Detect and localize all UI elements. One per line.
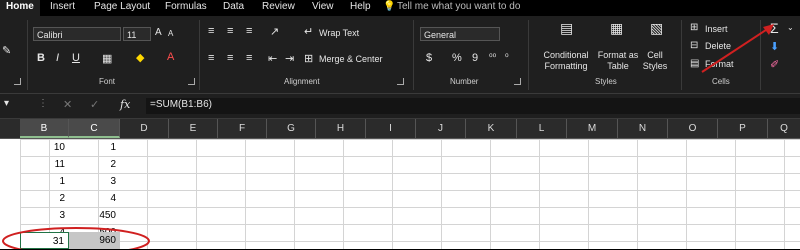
align-left-icon[interactable]: ≡ <box>208 52 214 64</box>
cell-styles-icon[interactable]: ▧ <box>650 20 663 37</box>
currency-button[interactable]: $ <box>426 52 432 64</box>
tab-view[interactable]: View <box>312 0 334 16</box>
alignment-group-label: Alignment <box>284 77 320 86</box>
comma-style-button[interactable]: 9 <box>472 52 478 64</box>
font-name-combo[interactable]: Calibri <box>33 27 121 41</box>
formula-bar: ▾ ⋮ ✕ ✓ fx =SUM(B1:B6) <box>0 94 800 119</box>
tab-page-layout[interactable]: Page Layout <box>94 0 150 16</box>
cell-c2[interactable]: 2 <box>69 156 120 173</box>
font-color-icon[interactable]: A <box>167 51 174 63</box>
tab-review[interactable]: Review <box>262 0 295 16</box>
tab-home[interactable]: Home <box>0 0 40 16</box>
cell-b4[interactable]: 2 <box>20 190 69 207</box>
align-right-icon[interactable]: ≡ <box>246 52 252 64</box>
wrap-text-icon[interactable]: ↵ <box>304 25 313 38</box>
decrease-font-icon[interactable]: A <box>168 29 173 38</box>
column-header-i[interactable]: I <box>366 119 416 138</box>
increase-indent-icon[interactable]: ⇥ <box>285 52 294 65</box>
fill-color-icon[interactable]: ◆ <box>136 51 144 64</box>
column-header-d[interactable]: D <box>120 119 169 138</box>
conditional-formatting-button[interactable]: Conditional Formatting <box>538 50 594 72</box>
align-bottom-icon[interactable]: ≡ <box>246 25 252 37</box>
cell-c4[interactable]: 4 <box>69 190 120 207</box>
wrap-text-button[interactable]: Wrap Text <box>319 28 359 38</box>
column-header-p[interactable]: P <box>718 119 768 138</box>
orientation-icon[interactable]: ↗ <box>270 25 279 38</box>
format-painter-icon[interactable]: ✎ <box>2 44 11 57</box>
ribbon: ✎ Calibri 11 A A B I U ▦ ◆ A Font ≡ ≡ ≡ … <box>0 16 800 94</box>
column-header-j[interactable]: J <box>416 119 466 138</box>
borders-icon[interactable]: ▦ <box>102 52 112 65</box>
ribbon-tabs: Home Insert Page Layout Formulas Data Re… <box>0 0 800 16</box>
alignment-launcher-icon[interactable] <box>397 78 404 85</box>
column-header-m[interactable]: M <box>567 119 618 138</box>
tell-me-search[interactable]: Tell me what you want to do <box>397 0 520 16</box>
merge-center-icon[interactable]: ⊞ <box>304 52 313 65</box>
conditional-formatting-icon[interactable]: ▤ <box>560 20 573 37</box>
format-as-table-button[interactable]: Format as Table <box>596 50 640 72</box>
bold-icon[interactable]: B <box>37 52 45 64</box>
tab-data[interactable]: Data <box>223 0 244 16</box>
italic-icon[interactable]: I <box>56 52 59 64</box>
column-header-f[interactable]: F <box>218 119 267 138</box>
column-header-o[interactable]: O <box>668 119 718 138</box>
column-header-b[interactable]: B <box>20 119 69 138</box>
percent-button[interactable]: % <box>452 52 462 64</box>
clipboard-launcher-icon[interactable] <box>14 78 21 85</box>
align-top-icon[interactable]: ≡ <box>208 25 214 37</box>
font-group-label: Font <box>99 77 116 86</box>
column-header-h[interactable]: H <box>316 119 366 138</box>
enter-check-icon[interactable]: ✓ <box>90 98 99 111</box>
decrease-decimal-icon[interactable]: ⁰ <box>505 52 509 63</box>
font-size-combo[interactable]: 11 <box>123 27 151 41</box>
cancel-icon[interactable]: ✕ <box>63 98 72 111</box>
column-header-c[interactable]: C <box>69 119 120 138</box>
select-all-corner[interactable] <box>0 119 20 138</box>
cell-c3[interactable]: 3 <box>69 173 120 190</box>
column-header-k[interactable]: K <box>466 119 517 138</box>
cell-b2[interactable]: 11 <box>20 156 69 173</box>
lightbulb-icon: 💡 <box>383 1 396 12</box>
underline-icon[interactable]: U <box>72 52 80 64</box>
column-header-e[interactable]: E <box>169 119 218 138</box>
cell-c1[interactable]: 1 <box>69 139 120 156</box>
merge-center-button[interactable]: Merge & Center <box>319 54 383 64</box>
column-headers: B C D E F G H I J K L M N O P Q <box>0 119 800 139</box>
column-header-q[interactable]: Q <box>768 119 800 138</box>
number-launcher-icon[interactable] <box>514 78 521 85</box>
increase-decimal-icon[interactable]: ⁰⁰ <box>489 52 496 63</box>
more-options-icon[interactable]: ⋮ <box>38 98 48 109</box>
annotation-arrow <box>701 24 774 73</box>
formula-input[interactable]: =SUM(B1:B6) <box>146 98 800 114</box>
align-middle-icon[interactable]: ≡ <box>227 25 233 37</box>
tab-formulas[interactable]: Formulas <box>165 0 207 16</box>
column-header-g[interactable]: G <box>267 119 316 138</box>
annotation-circle <box>2 227 150 249</box>
namebox-dropdown-icon[interactable]: ▾ <box>4 98 9 109</box>
number-format-combo[interactable]: General <box>420 27 500 41</box>
styles-group-label: Styles <box>595 77 617 86</box>
format-as-table-icon[interactable]: ▦ <box>610 20 623 37</box>
cell-b3[interactable]: 1 <box>20 173 69 190</box>
decrease-indent-icon[interactable]: ⇤ <box>268 52 277 65</box>
align-center-icon[interactable]: ≡ <box>227 52 233 64</box>
insert-function-icon[interactable]: fx <box>120 98 130 111</box>
cell-styles-button[interactable]: Cell Styles <box>640 50 670 72</box>
tab-help[interactable]: Help <box>350 0 371 16</box>
increase-font-icon[interactable]: A <box>155 27 162 38</box>
formula-text: =SUM(B1:B6) <box>150 99 212 110</box>
tab-insert[interactable]: Insert <box>50 0 75 16</box>
column-header-n[interactable]: N <box>618 119 668 138</box>
cell-b1[interactable]: 10 <box>20 139 69 156</box>
column-header-l[interactable]: L <box>517 119 567 138</box>
font-launcher-icon[interactable] <box>188 78 195 85</box>
worksheet-grid[interactable]: 10 1 11 2 1 3 2 4 3 450 4 500 31 960 <box>0 139 800 249</box>
number-group-label: Number <box>450 77 479 86</box>
